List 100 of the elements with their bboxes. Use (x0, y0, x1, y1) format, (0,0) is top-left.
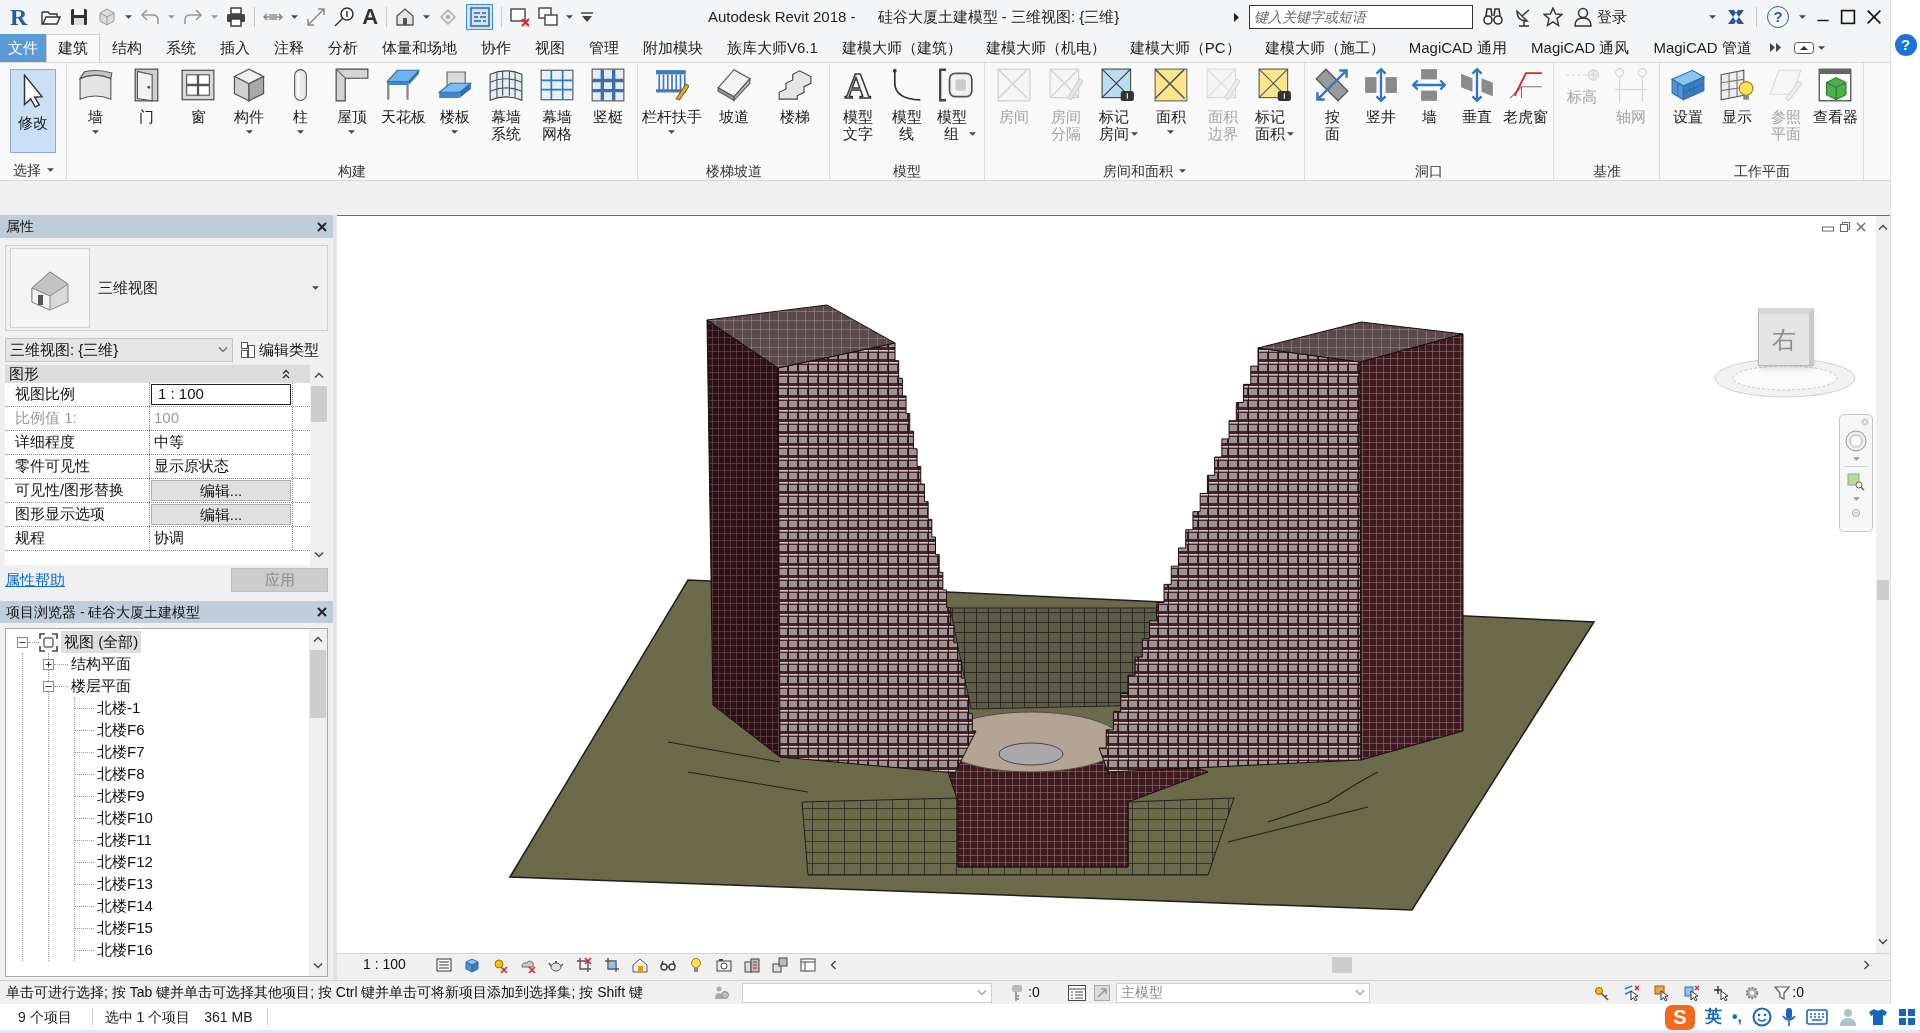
caret-down-icon[interactable] (312, 286, 319, 290)
cursor-move-icon[interactable] (1714, 984, 1731, 1001)
view-template-icon[interactable] (799, 956, 816, 973)
caret-down-icon[interactable] (92, 130, 100, 134)
tree-item[interactable]: 北楼F15 (96, 916, 154, 940)
scroll-up-icon[interactable] (314, 372, 324, 378)
ribbon-button[interactable]: 查看器 (1810, 63, 1860, 161)
ribbon-tab[interactable]: MagiCAD 管道 (1641, 34, 1764, 62)
ribbon-button[interactable]: 栏杆扶手 (641, 63, 703, 161)
binoculars-icon[interactable] (1483, 7, 1503, 27)
ribbon-button[interactable]: 门 (121, 63, 173, 161)
instance-dropdown[interactable]: 三维视图: {三维} (5, 338, 233, 362)
x-logo-icon[interactable] (1726, 7, 1746, 27)
collapse-box-icon[interactable] (43, 680, 54, 692)
tree-item[interactable]: 北楼F11 (96, 828, 153, 852)
camera-frame-icon[interactable] (715, 956, 732, 973)
customize-caret-icon[interactable] (581, 12, 594, 22)
tree-item[interactable]: 北楼F16 (96, 938, 154, 962)
redo-arrow-icon[interactable] (183, 7, 204, 27)
caret-down-icon[interactable] (451, 130, 458, 134)
ribbon-tab[interactable]: 结构 (100, 34, 154, 62)
ribbon-button[interactable]: 竖井 (1356, 63, 1405, 161)
thin-lines-button[interactable] (466, 4, 494, 30)
scroll-up-icon[interactable] (313, 636, 323, 642)
shaded-cube-icon[interactable] (463, 956, 480, 973)
edit-button[interactable]: 编辑... (151, 480, 291, 501)
overlapping-windows-icon[interactable] (538, 7, 559, 27)
caret-down-icon[interactable] (423, 15, 431, 19)
ribbon-button[interactable]: 面积 (1144, 63, 1197, 161)
scale-input-field[interactable]: 1 : 100 (151, 384, 291, 405)
steering-wheel-icon[interactable] (1845, 430, 1867, 452)
caret-down-icon[interactable] (1709, 15, 1716, 19)
caret-right-icon[interactable] (1234, 12, 1239, 22)
people-gear-icon[interactable] (714, 984, 730, 1001)
ribbon-tab[interactable]: 体量和场地 (370, 34, 469, 62)
type-selector[interactable]: 三维视图 (5, 245, 328, 331)
text-tool-glyph[interactable]: A (362, 5, 379, 29)
collapse-chevrons-icon[interactable] (282, 369, 290, 379)
scroll-thumb[interactable] (310, 650, 326, 718)
ribbon-button[interactable]: 标记 房间 (1092, 63, 1145, 161)
collapse-box-icon[interactable] (17, 636, 28, 648)
smiley-icon[interactable] (1752, 1007, 1772, 1027)
ribbon-tab[interactable]: 建模大师（机电） (973, 34, 1118, 62)
caret-down-icon[interactable] (46, 168, 54, 172)
ribbon-tab[interactable]: 注释 (262, 34, 316, 62)
ribbon-tab[interactable]: 建筑 (46, 34, 100, 62)
ribbon-button[interactable]: 老虎窗 (1501, 63, 1550, 161)
key-link-icon[interactable] (1594, 984, 1611, 1001)
shirt-icon[interactable] (1868, 1008, 1888, 1026)
ribbon-tab[interactable]: 管理 (577, 34, 631, 62)
close-icon[interactable] (317, 221, 327, 232)
gear-icon[interactable] (1744, 984, 1761, 1001)
ribbon-button[interactable]: 模型 组 (931, 63, 981, 161)
expand-box-icon[interactable] (43, 658, 54, 670)
ribbon-button[interactable]: 幕墙 系统 (480, 63, 532, 161)
ribbon-button[interactable]: 垂直 (1453, 63, 1502, 161)
user-icon[interactable] (1573, 7, 1593, 27)
caret-down-icon[interactable] (291, 15, 299, 19)
ribbon-tab[interactable]: 建模大师（PC） (1117, 34, 1253, 62)
scroll-thumb[interactable] (1331, 956, 1352, 973)
ribbon-button[interactable]: 墙 (70, 63, 122, 161)
sun-cross-icon[interactable] (491, 956, 508, 973)
ime-mode[interactable]: 英 (1704, 1004, 1722, 1030)
app-logo[interactable]: R (10, 4, 28, 30)
tree-item[interactable]: 楼层平面 (70, 674, 132, 698)
caret-down-icon[interactable] (1799, 15, 1806, 19)
ime-punctuation[interactable]: •, (1731, 1005, 1742, 1029)
cursor-underlay-icon[interactable] (1654, 984, 1671, 1001)
ribbon-button[interactable]: 柱 (275, 63, 327, 161)
ribbon-tab[interactable]: 族库大师V6.1 (715, 34, 830, 62)
tree-item[interactable]: 北楼F10 (96, 806, 154, 830)
ribbon-tab[interactable]: 协作 (469, 34, 523, 62)
ribbon-button[interactable]: 按 面 (1308, 63, 1357, 161)
scroll-left-icon[interactable] (829, 959, 836, 970)
restore-icon[interactable] (1840, 222, 1850, 232)
panel-menu-button[interactable]: 选择 (12, 159, 54, 181)
scroll-down-icon[interactable] (1878, 939, 1888, 945)
caret-down-icon[interactable] (245, 130, 253, 134)
building-blocks-icon[interactable] (743, 956, 760, 973)
help-button[interactable]: ? (1894, 34, 1917, 56)
ribbon-button[interactable]: 修改 (10, 69, 56, 153)
crop-cross-icon[interactable] (575, 956, 592, 973)
tree-item[interactable]: 北楼F9 (96, 784, 146, 808)
ribbon-tab[interactable]: 建模大师（建筑） (829, 34, 974, 62)
house-icon[interactable] (395, 7, 416, 27)
caret-down-icon[interactable] (1287, 132, 1295, 136)
detail-lines-icon[interactable] (435, 956, 452, 973)
tree-item[interactable]: 北楼F7 (96, 740, 146, 764)
close-icon[interactable] (317, 607, 327, 617)
tree-item[interactable]: 视图 (全部) (61, 630, 142, 654)
caret-down-icon[interactable] (297, 130, 305, 134)
group-header[interactable]: 图形 (5, 365, 310, 383)
zoom-region-icon[interactable] (1847, 473, 1865, 491)
ribbon-button[interactable]: 设置 (1663, 63, 1713, 161)
undo-arrow-icon[interactable] (140, 7, 161, 27)
ribbon-button[interactable]: 幕墙 网格 (531, 63, 583, 161)
ribbon-button[interactable]: A 模型 文字 (833, 63, 883, 161)
caret-down-icon[interactable] (566, 15, 574, 19)
tree-item[interactable]: 结构平面 (70, 652, 132, 676)
ribbon-button[interactable]: 楼板 (428, 63, 481, 161)
